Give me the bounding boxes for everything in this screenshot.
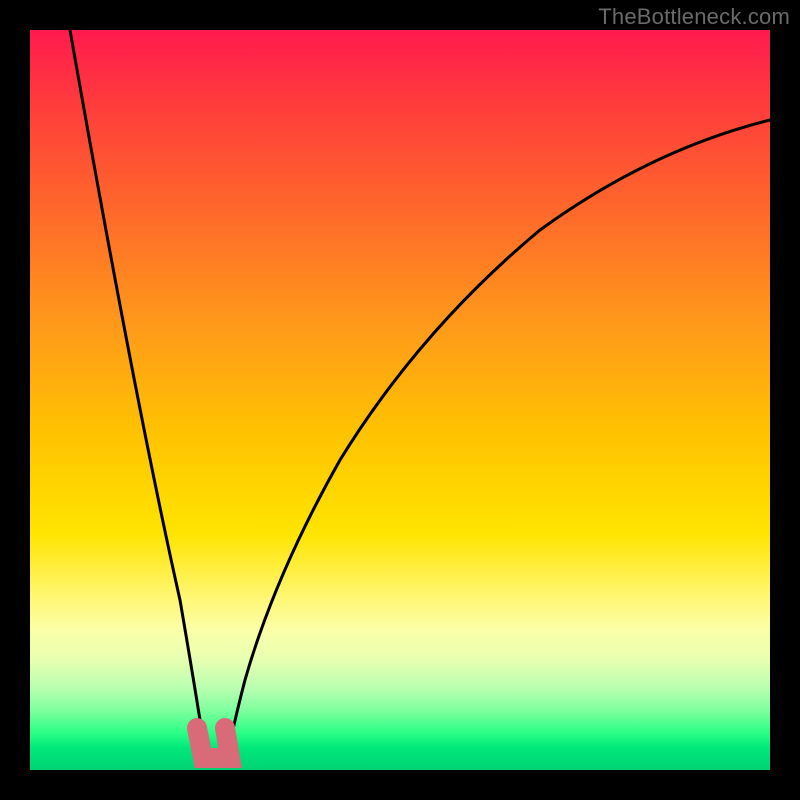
plot-area bbox=[30, 30, 770, 770]
chart-frame: TheBottleneck.com bbox=[0, 0, 800, 800]
curve-right-branch bbox=[227, 120, 770, 760]
curve-svg bbox=[30, 30, 770, 770]
curve-left-branch bbox=[70, 30, 207, 760]
watermark-text: TheBottleneck.com bbox=[598, 4, 790, 30]
optimal-range-marker bbox=[197, 728, 230, 758]
